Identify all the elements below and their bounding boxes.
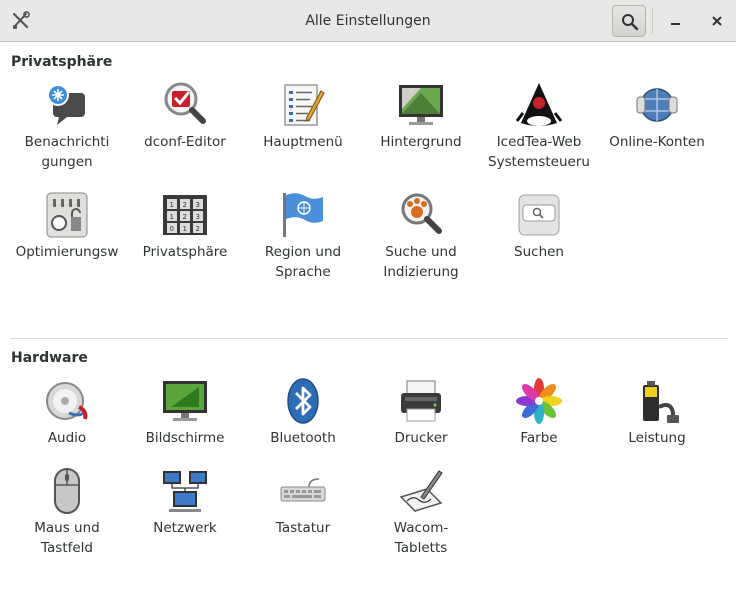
search-button[interactable] bbox=[612, 5, 646, 37]
settings-item-wacom-tablet[interactable]: Wacom- Tabletts bbox=[362, 467, 480, 567]
section-title-hardware: Hardware bbox=[11, 350, 88, 366]
svg-text:1: 1 bbox=[170, 201, 174, 209]
keyboard-icon bbox=[279, 467, 327, 515]
power-icon bbox=[633, 377, 681, 425]
settings-item-displays[interactable]: Bildschirme bbox=[126, 377, 244, 477]
settings-item-main-menu[interactable]: Hauptmenü bbox=[244, 81, 362, 181]
color-icon bbox=[515, 377, 563, 425]
svg-text:2: 2 bbox=[196, 225, 200, 233]
item-label: Online-Konten bbox=[609, 134, 705, 150]
svg-text:2: 2 bbox=[183, 201, 187, 209]
svg-text:0: 0 bbox=[170, 225, 174, 233]
region-flag-icon bbox=[279, 191, 327, 239]
item-label: Leistung bbox=[628, 430, 686, 446]
item-label: Bluetooth bbox=[270, 430, 336, 446]
item-label: Bildschirme bbox=[145, 430, 225, 446]
mouse-icon bbox=[43, 467, 91, 515]
settings-item-tweaks[interactable]: Optimierungsw bbox=[8, 191, 126, 291]
settings-item-privacy[interactable]: 1 2 3 1 2 3 0 1 2 Privatsphäre bbox=[126, 191, 244, 291]
item-label: Audio bbox=[47, 430, 87, 446]
item-label: Netzwerk bbox=[153, 520, 217, 536]
header-separator bbox=[652, 8, 653, 34]
item-label: Farbe bbox=[520, 430, 558, 446]
search-settings-icon bbox=[515, 191, 563, 239]
svg-text:1: 1 bbox=[170, 213, 174, 221]
settings-item-keyboard[interactable]: Tastatur bbox=[244, 467, 362, 567]
item-label: Hauptmenü bbox=[263, 134, 343, 150]
close-button[interactable] bbox=[706, 10, 728, 32]
settings-item-bluetooth[interactable]: Bluetooth bbox=[244, 377, 362, 477]
svg-text:3: 3 bbox=[196, 213, 200, 221]
svg-text:3: 3 bbox=[196, 201, 200, 209]
item-label: Region und Sprache bbox=[264, 244, 342, 280]
settings-item-printer[interactable]: Drucker bbox=[362, 377, 480, 477]
background-icon bbox=[397, 81, 445, 129]
settings-item-audio[interactable]: Audio bbox=[8, 377, 126, 477]
item-label: Suche und Indizierung bbox=[383, 244, 459, 280]
close-icon bbox=[712, 16, 722, 26]
settings-item-region-language[interactable]: Region und Sprache bbox=[244, 191, 362, 291]
settings-item-search-indexing[interactable]: Suche und Indizierung bbox=[362, 191, 480, 291]
settings-item-color[interactable]: Farbe bbox=[480, 377, 598, 477]
settings-item-online-accounts[interactable]: Online-Konten bbox=[598, 81, 716, 181]
item-label: Wacom- Tabletts bbox=[393, 520, 449, 556]
network-icon bbox=[161, 467, 209, 515]
privacy-icon: 1 2 3 1 2 3 0 1 2 bbox=[161, 191, 209, 239]
settings-item-notifications[interactable]: Benachrichti gungen bbox=[8, 81, 126, 181]
title-bar: Alle Einstellungen bbox=[0, 0, 736, 42]
settings-item-icedtea[interactable]: IcedTea-Web Systemsteueru bbox=[480, 81, 598, 181]
settings-item-background[interactable]: Hintergrund bbox=[362, 81, 480, 181]
notification-icon bbox=[43, 81, 91, 129]
tweaks-icon bbox=[43, 191, 91, 239]
item-label: Hintergrund bbox=[380, 134, 462, 150]
settings-item-network[interactable]: Netzwerk bbox=[126, 467, 244, 567]
section-title-personal: Privatsphäre bbox=[11, 54, 113, 70]
main-menu-icon bbox=[279, 81, 327, 129]
printer-icon bbox=[397, 377, 445, 425]
svg-text:2: 2 bbox=[183, 213, 187, 221]
minimize-button[interactable] bbox=[665, 10, 687, 32]
item-label: Drucker bbox=[394, 430, 448, 446]
item-label: Suchen bbox=[514, 244, 564, 260]
settings-item-dconf-editor[interactable]: dconf-Editor bbox=[126, 81, 244, 181]
search-icon bbox=[622, 14, 639, 31]
item-label: Privatsphäre bbox=[142, 244, 228, 260]
svg-text:1: 1 bbox=[183, 225, 187, 233]
item-label: Maus und Tastfeld bbox=[34, 520, 100, 556]
indexing-search-icon bbox=[397, 191, 445, 239]
wacom-tablet-icon bbox=[397, 467, 445, 515]
section-divider bbox=[10, 338, 728, 339]
item-label: IcedTea-Web Systemsteueru bbox=[488, 134, 590, 170]
settings-item-mouse-touchpad[interactable]: Maus und Tastfeld bbox=[8, 467, 126, 567]
audio-icon bbox=[43, 377, 91, 425]
item-label: Benachrichti gungen bbox=[24, 134, 110, 170]
online-accounts-icon bbox=[633, 81, 681, 129]
settings-item-power[interactable]: Leistung bbox=[598, 377, 716, 477]
icedtea-icon bbox=[515, 81, 563, 129]
item-label: Tastatur bbox=[275, 520, 331, 536]
minimize-icon bbox=[671, 23, 680, 25]
bluetooth-icon bbox=[279, 377, 327, 425]
displays-icon bbox=[161, 377, 209, 425]
item-label: Optimierungsw bbox=[15, 244, 119, 260]
dconf-editor-icon bbox=[161, 81, 209, 129]
settings-item-search[interactable]: Suchen bbox=[480, 191, 598, 291]
item-label: dconf-Editor bbox=[144, 134, 226, 150]
